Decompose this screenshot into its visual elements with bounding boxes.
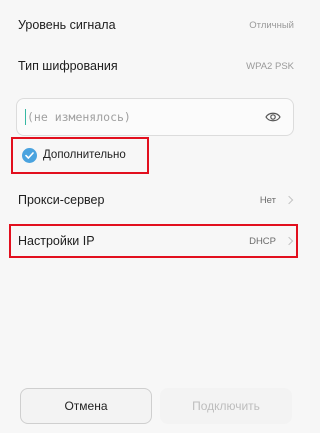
wifi-network-dialog: Уровень сигнала Отличный Тип шифрования …: [0, 0, 310, 433]
signal-strength-value: Отличный: [249, 19, 294, 31]
proxy-server-row[interactable]: Прокси-сервер Нет: [0, 186, 310, 214]
text-cursor: [25, 109, 26, 125]
ip-settings-label: Настройки IP: [18, 234, 95, 248]
proxy-server-label: Прокси-сервер: [18, 193, 105, 207]
signal-strength-label: Уровень сигнала: [18, 18, 116, 32]
chevron-right-icon: [284, 195, 294, 205]
encryption-type-label: Тип шифрования: [18, 59, 118, 73]
ip-settings-row[interactable]: Настройки IP DHCP: [0, 227, 310, 255]
encryption-type-row: Тип шифрования WPA2 PSK: [0, 53, 310, 79]
signal-strength-row: Уровень сигнала Отличный: [0, 12, 310, 38]
cancel-button[interactable]: Отмена: [20, 388, 152, 424]
advanced-options-toggle[interactable]: Дополнительно: [22, 145, 126, 165]
password-field[interactable]: [16, 98, 294, 136]
chevron-right-icon: [284, 236, 294, 246]
encryption-type-value: WPA2 PSK: [246, 60, 294, 72]
password-input[interactable]: [27, 110, 265, 124]
checkmark-icon[interactable]: [22, 147, 37, 163]
advanced-options-label: Дополнительно: [43, 149, 126, 161]
eye-icon[interactable]: [265, 111, 281, 123]
connect-button[interactable]: Подключить: [160, 388, 292, 424]
proxy-server-value: Нет: [259, 194, 276, 206]
ip-settings-value: DHCP: [249, 235, 276, 247]
